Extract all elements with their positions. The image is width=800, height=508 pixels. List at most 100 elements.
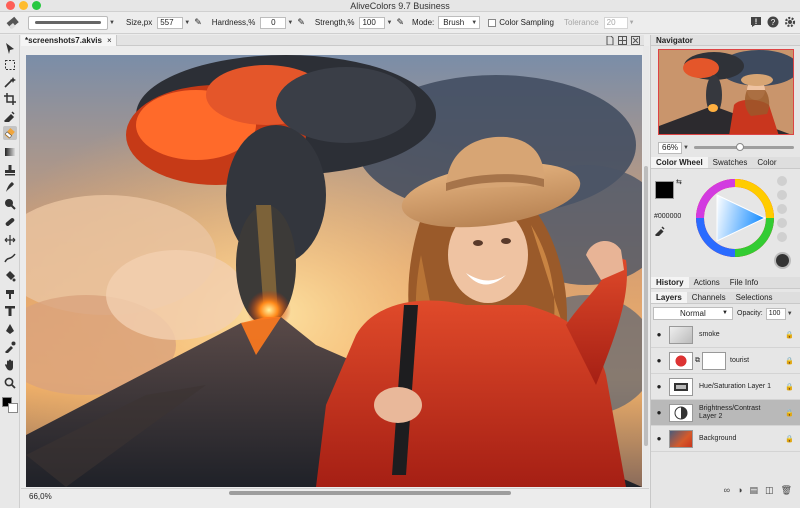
tab-file-info[interactable]: File Info: [725, 277, 763, 288]
lock-icon[interactable]: 🔒: [785, 409, 794, 417]
tab-history[interactable]: History: [651, 277, 689, 288]
visibility-eye-icon[interactable]: ●: [654, 434, 664, 443]
chevron-down-icon[interactable]: ▼: [682, 142, 690, 154]
new-group-icon[interactable]: ▤: [750, 485, 759, 496]
foreground-color-swatch[interactable]: [655, 181, 674, 199]
tab-layers[interactable]: Layers: [651, 292, 687, 303]
layer-row-hue-saturation[interactable]: ● Hue/Saturation Layer 1 🔒: [651, 374, 800, 400]
foreground-background-swatches[interactable]: [2, 397, 20, 415]
stamp-icon[interactable]: [3, 163, 17, 177]
transform-icon[interactable]: [3, 233, 17, 247]
tab-channels[interactable]: Channels: [687, 292, 731, 303]
layer-row-tourist[interactable]: ● ⧉ tourist 🔒: [651, 348, 800, 374]
swap-colors-icon[interactable]: ⇆: [676, 178, 682, 186]
navigator-zoom-value[interactable]: 66%: [658, 141, 683, 154]
hardness-input[interactable]: 0: [260, 16, 287, 29]
tab-swatches[interactable]: Swatches: [708, 157, 753, 168]
delete-layer-icon[interactable]: 🗑: [781, 485, 792, 496]
palette-option-icon[interactable]: [777, 218, 787, 228]
paint-icon[interactable]: [3, 287, 17, 301]
eyedropper-icon[interactable]: [655, 226, 665, 236]
tile-windows-icon[interactable]: [618, 36, 627, 45]
rect-selection-icon[interactable]: [3, 58, 17, 72]
blend-mode-select[interactable]: Normal ▼: [653, 307, 733, 320]
palette-option-icon[interactable]: [777, 204, 787, 214]
visibility-eye-icon[interactable]: ●: [654, 330, 664, 339]
vertical-scrollbar[interactable]: [643, 46, 649, 487]
visibility-eye-icon[interactable]: ●: [654, 382, 664, 391]
color-mode-button[interactable]: [774, 252, 791, 269]
color-wheel[interactable]: [695, 178, 775, 258]
zoom-tool-icon[interactable]: [3, 376, 17, 390]
hand-tool-icon[interactable]: [3, 358, 17, 372]
color-picker-icon[interactable]: [3, 340, 17, 354]
image-canvas[interactable]: [26, 55, 642, 487]
brush-preset-picker[interactable]: ▼: [28, 15, 116, 30]
brush-pressure-icon[interactable]: ✎: [396, 17, 404, 28]
tab-color-wheel[interactable]: Color Wheel: [651, 157, 708, 168]
background-color-swatch[interactable]: [8, 403, 18, 413]
notification-icon[interactable]: [750, 16, 762, 28]
lock-icon[interactable]: 🔒: [785, 383, 794, 391]
vertical-scroll-thumb[interactable]: [644, 166, 648, 446]
opacity-input[interactable]: 100: [765, 307, 786, 320]
layer-row-smoke[interactable]: ● smoke 🔒: [651, 322, 800, 348]
visibility-eye-icon[interactable]: ●: [654, 408, 664, 417]
gear-icon[interactable]: [784, 16, 796, 28]
magic-wand-icon[interactable]: [3, 75, 17, 89]
layer-row-background[interactable]: ● Background 🔒: [651, 426, 800, 452]
zoom-level[interactable]: 66,0%: [29, 492, 52, 501]
link-layers-icon[interactable]: ∞: [724, 485, 730, 495]
chevron-down-icon[interactable]: ▼: [183, 17, 191, 29]
lock-icon[interactable]: 🔒: [785, 435, 794, 443]
strength-input[interactable]: 100: [359, 16, 386, 29]
brush-pressure-icon[interactable]: ✎: [194, 17, 202, 28]
palette-option-icon[interactable]: [777, 232, 787, 242]
liquify-icon[interactable]: [3, 251, 17, 265]
document-tab[interactable]: *screenshots7.akvis ×: [21, 35, 117, 46]
layer-effects-icon[interactable]: ◑: [737, 485, 742, 495]
navigator-zoom-slider[interactable]: [694, 143, 794, 151]
help-icon[interactable]: ?: [767, 16, 779, 28]
text-tool-icon[interactable]: [3, 304, 17, 318]
pen-tool-icon[interactable]: [3, 322, 17, 336]
horizontal-scrollbar[interactable]: [229, 491, 511, 495]
tab-selections[interactable]: Selections: [731, 292, 778, 303]
close-tab-button[interactable]: ×: [107, 35, 112, 46]
eraser-icon[interactable]: [6, 16, 20, 30]
tolerance-input[interactable]: 20: [603, 16, 628, 29]
lock-icon[interactable]: 🔒: [785, 331, 794, 339]
gradient-icon[interactable]: [3, 145, 17, 159]
chevron-down-icon[interactable]: ▼: [286, 17, 294, 29]
tab-actions[interactable]: Actions: [689, 277, 725, 288]
smudge-icon[interactable]: [3, 180, 17, 194]
chevron-down-icon[interactable]: ▼: [786, 308, 794, 320]
dodge-icon[interactable]: [3, 197, 17, 211]
chevron-down-icon[interactable]: ▼: [470, 17, 478, 29]
layer-name: Hue/Saturation Layer 1: [699, 383, 771, 390]
svg-text:?: ?: [771, 18, 776, 27]
healing-icon[interactable]: [3, 215, 17, 229]
size-input[interactable]: 557: [157, 16, 184, 29]
tab-color[interactable]: Color: [752, 157, 781, 168]
layer-row-brightness-contrast[interactable]: ● Brightness/Contrast Layer 2 🔒: [651, 400, 800, 426]
brush-pressure-icon[interactable]: ✎: [297, 17, 305, 28]
link-icon[interactable]: ⧉: [695, 357, 700, 365]
lock-icon[interactable]: 🔒: [785, 357, 794, 365]
eyedropper-icon[interactable]: [3, 109, 17, 123]
new-layer-icon[interactable]: ◫: [765, 485, 774, 496]
close-panel-icon[interactable]: [631, 36, 640, 45]
crop-icon[interactable]: [3, 92, 17, 106]
visibility-eye-icon[interactable]: ●: [654, 356, 664, 365]
palette-option-icon[interactable]: [777, 190, 787, 200]
bucket-icon[interactable]: [3, 269, 17, 283]
color-sampling-checkbox[interactable]: [488, 18, 497, 27]
palette-option-icon[interactable]: [777, 176, 787, 186]
new-document-icon[interactable]: [606, 36, 614, 45]
hex-value[interactable]: #000000: [654, 213, 681, 220]
move-tool-icon[interactable]: [3, 41, 17, 55]
chevron-down-icon[interactable]: ▼: [385, 17, 393, 29]
navigator-preview[interactable]: [658, 49, 794, 135]
eraser-tool-icon[interactable]: [3, 126, 17, 140]
zoom-slider-handle[interactable]: [736, 143, 745, 151]
